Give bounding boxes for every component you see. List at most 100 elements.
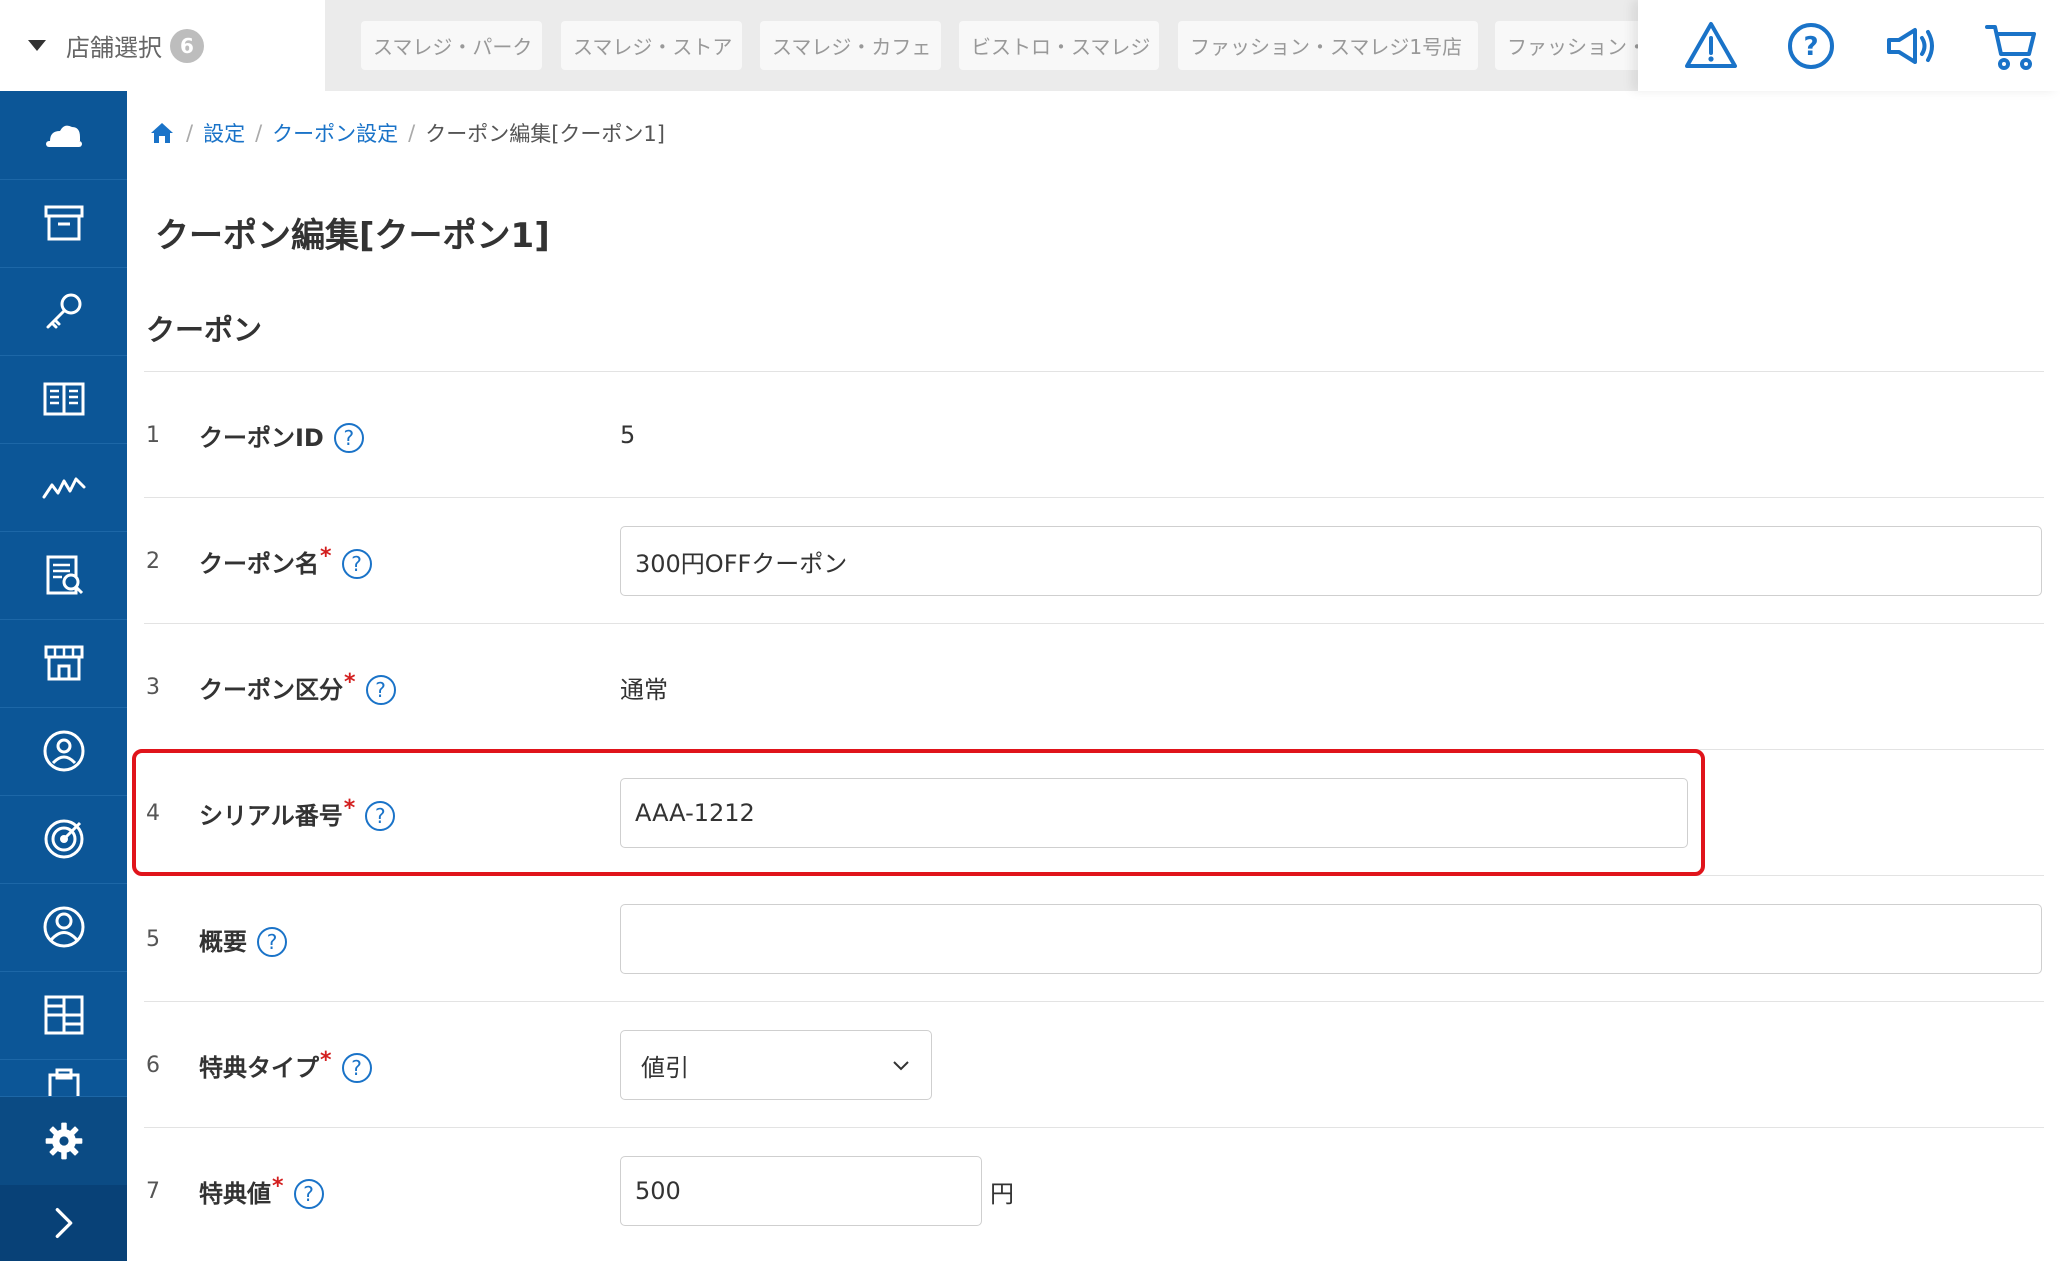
row-number: 2 <box>146 548 160 574</box>
benefit-value-label: 特典値 <box>199 1179 271 1208</box>
store-tab[interactable]: ファッション・スマレジ1号店 <box>1178 21 1478 70</box>
form-row-coupon-category: 3 クーポン区分 * ? 通常 <box>144 623 2044 750</box>
field-label: クーポン区分 * ? <box>199 624 396 750</box>
breadcrumb-current: クーポン編集[クーポン1] <box>425 122 665 146</box>
section-title: クーポン <box>146 313 263 347</box>
row-number: 3 <box>146 674 160 700</box>
description-label: 概要 <box>199 927 247 956</box>
coupon-category-label: クーポン区分 <box>199 675 343 704</box>
help-icon[interactable]: ? <box>257 927 287 957</box>
home-icon[interactable] <box>148 119 176 147</box>
benefit-type-select[interactable]: 値引 <box>620 1030 932 1100</box>
coupon-name-label: クーポン名 <box>199 549 319 578</box>
store-tab[interactable]: スマレジ・ストア <box>561 21 742 70</box>
gear-icon <box>45 1122 82 1160</box>
warning-icon[interactable] <box>1683 18 1739 74</box>
target-icon <box>44 819 83 859</box>
clipboard-icon <box>48 1068 79 1096</box>
form-row-coupon-name: 2 クーポン名 * ? 300円OFFクーポン <box>144 497 2044 624</box>
description-input[interactable] <box>620 904 2042 974</box>
serial-number-label: シリアル番号 <box>199 801 343 830</box>
store-select-dropdown[interactable]: 店舗選択 6 <box>0 0 326 91</box>
store-tab[interactable]: スマレジ・パーク <box>361 21 542 70</box>
coupon-name-input[interactable]: 300円OFFクーポン <box>620 526 2042 596</box>
field-label: 特典値 * ? <box>199 1128 324 1254</box>
benefit-value-unit: 円 <box>990 1179 1014 1208</box>
sidebar-item-members[interactable] <box>0 883 127 972</box>
sidebar-item-apps[interactable] <box>0 971 127 1060</box>
breadcrumb-coupon-settings-link[interactable]: クーポン設定 <box>272 118 398 148</box>
serial-number-input[interactable]: AAA-1212 <box>620 778 1688 848</box>
store-count-badge: 6 <box>170 28 204 63</box>
svg-text:?: ? <box>1803 32 1818 62</box>
archive-box-icon <box>44 205 83 241</box>
page-title: クーポン編集[クーポン1] <box>155 216 550 256</box>
chevron-down-icon <box>893 1061 909 1071</box>
help-icon[interactable]: ? <box>365 801 396 831</box>
cloud-icon <box>45 125 82 147</box>
user-icon <box>43 906 84 948</box>
form-row-serial-number: 4 シリアル番号 * ? AAA-1212 <box>144 749 2044 876</box>
sidebar-bottom <box>0 1097 127 1261</box>
customer-icon <box>43 730 84 772</box>
coupon-id-label: クーポンID <box>199 423 324 452</box>
chart-line-icon <box>42 477 85 499</box>
sidebar-item-staff[interactable] <box>0 707 127 796</box>
required-mark: * <box>320 544 332 569</box>
sidebar-item-clipboard[interactable] <box>0 1059 127 1097</box>
book-icon <box>43 382 84 416</box>
breadcrumb-settings-link[interactable]: 設定 <box>203 118 245 148</box>
report-icon <box>46 555 83 595</box>
store-tab[interactable]: ファッション・ <box>1495 21 1638 70</box>
store-icon <box>44 645 83 681</box>
coupon-id-value: 5 <box>620 421 636 449</box>
help-icon[interactable]: ? <box>341 549 372 579</box>
store-tab[interactable]: スマレジ・カフェ <box>760 21 941 70</box>
sidebar-item-marketing[interactable] <box>0 795 127 884</box>
field-label: クーポン名 * ? <box>199 498 372 624</box>
required-mark: * <box>343 796 356 821</box>
store-select-label: 店舗選択 <box>66 34 162 62</box>
sidebar <box>0 91 127 1261</box>
store-tab[interactable]: ビストロ・スマレジ <box>959 21 1159 70</box>
sidebar-item-stores[interactable] <box>0 619 127 708</box>
form-row-benefit-type: 6 特典タイプ * ? 値引 <box>144 1001 2044 1128</box>
chevron-right-icon <box>55 1208 72 1238</box>
row-number: 5 <box>146 926 160 952</box>
row-number: 4 <box>146 800 160 826</box>
grid-icon <box>44 995 83 1035</box>
top-icon-bar: ? <box>1638 0 2060 91</box>
breadcrumb: / 設定 / クーポン設定 / クーポン編集[クーポン1] <box>148 118 665 148</box>
caret-down-icon <box>28 40 46 51</box>
help-icon[interactable]: ? <box>333 423 364 453</box>
benefit-type-selected: 値引 <box>641 1053 689 1082</box>
required-mark: * <box>272 1174 284 1199</box>
required-mark: * <box>320 1048 332 1073</box>
coupon-category-value: 通常 <box>620 675 668 704</box>
field-label: 概要 ? <box>199 876 287 1002</box>
key-icon <box>46 293 81 329</box>
field-label: 特典タイプ * ? <box>199 1002 372 1128</box>
form-row-description: 5 概要 ? <box>144 875 2044 1002</box>
sidebar-item-reports[interactable] <box>0 531 127 620</box>
sidebar-item-cloud[interactable] <box>0 91 127 180</box>
form-row-benefit-value: 7 特典値 * ? 500 円 <box>144 1127 2044 1254</box>
cart-icon[interactable] <box>1983 18 2039 74</box>
sidebar-settings-button[interactable] <box>0 1097 127 1185</box>
help-circle-icon[interactable]: ? <box>1783 18 1839 74</box>
help-icon[interactable]: ? <box>293 1179 324 1209</box>
benefit-value-input[interactable]: 500 <box>620 1156 982 1226</box>
sidebar-expand-button[interactable] <box>0 1185 127 1261</box>
sidebar-item-products[interactable] <box>0 179 127 268</box>
form-row-coupon-id: 1 クーポンID ? 5 <box>144 371 2044 498</box>
benefit-type-label: 特典タイプ <box>199 1053 319 1082</box>
sidebar-item-keys[interactable] <box>0 267 127 356</box>
field-label: シリアル番号 * ? <box>199 750 396 876</box>
required-mark: * <box>344 670 356 695</box>
help-icon[interactable]: ? <box>365 675 396 705</box>
sidebar-item-analytics[interactable] <box>0 443 127 532</box>
help-icon[interactable]: ? <box>341 1053 372 1083</box>
sidebar-item-book[interactable] <box>0 355 127 444</box>
row-number: 6 <box>146 1052 160 1078</box>
megaphone-icon[interactable] <box>1883 18 1939 74</box>
